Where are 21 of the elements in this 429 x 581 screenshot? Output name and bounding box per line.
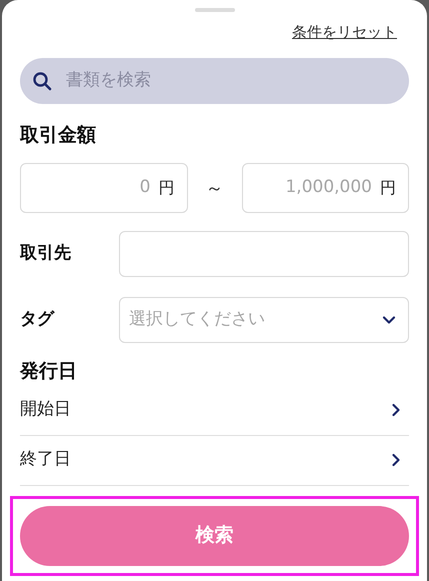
amount-field[interactable]: 0 円 [20, 163, 188, 213]
amount-input[interactable]: 1,000,000 [254, 175, 372, 201]
partner-field[interactable] [119, 231, 409, 277]
section-heading: 取引金額 [20, 122, 97, 148]
amount-input[interactable]: 0 [33, 175, 150, 201]
search-icon [32, 70, 52, 90]
amount-field[interactable]: 1,000,000 円 [242, 163, 409, 213]
field-label: タグ [20, 308, 56, 332]
section-heading: 発行日 [20, 359, 78, 384]
tag-select[interactable]: 選択してください [119, 297, 409, 343]
yen-unit: 円 [158, 177, 174, 199]
date-row[interactable]: 開始日 [20, 386, 409, 436]
search-input[interactable]: 書類を検索 [66, 68, 397, 94]
range-separator: ～ [204, 176, 224, 200]
reset-link[interactable]: 条件をリセット [292, 21, 397, 44]
date-row[interactable]: 終了日 [20, 436, 409, 486]
tag-input[interactable]: 選択してください [129, 307, 382, 333]
field-label: 取引先 [20, 242, 72, 266]
search-field[interactable]: 書類を検索 [20, 58, 409, 104]
drag-handle[interactable] [194, 8, 234, 12]
yen-unit: 円 [380, 177, 396, 199]
